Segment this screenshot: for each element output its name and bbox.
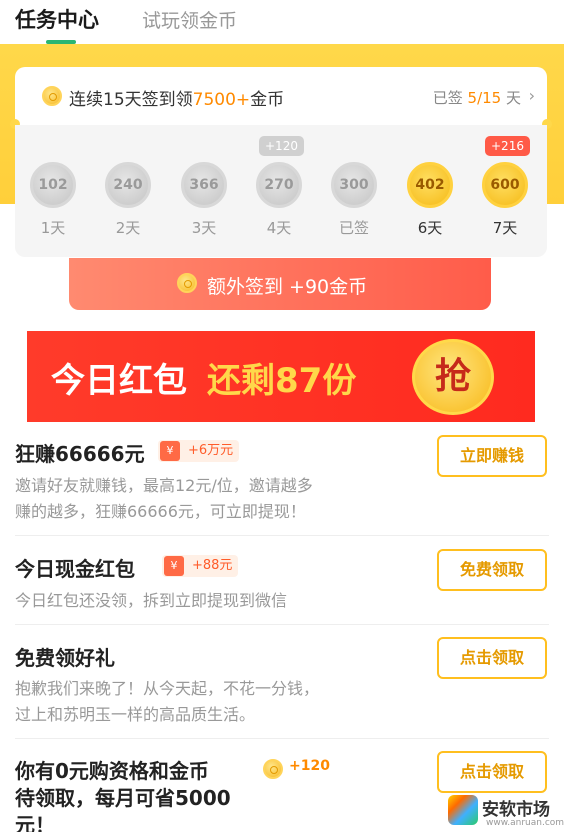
task-reward-badge: ¥ +88元 xyxy=(162,555,239,577)
coin-icon xyxy=(177,273,197,293)
banner-remaining: 还剩87份 xyxy=(207,361,357,401)
yuan-icon: ¥ xyxy=(160,441,180,461)
day-coin-2: 240 xyxy=(105,162,151,208)
day7-bonus-badge: +216 xyxy=(485,136,530,156)
day-label-2: 2天 xyxy=(115,219,141,237)
free-claim-button[interactable]: 免费领取 xyxy=(437,549,547,591)
task-desc: 今日红包还没领，拆到立即提现到微信 xyxy=(15,591,288,610)
divider xyxy=(15,738,549,739)
day4-bonus-badge: +120 xyxy=(259,136,304,156)
claim-gift-button[interactable]: 点击领取 xyxy=(437,637,547,679)
day-coin-1: 102 xyxy=(30,162,76,208)
day-label-5: 已签 xyxy=(338,219,369,237)
task-title-zero-purchase: 你有0元购资格和金币 xyxy=(15,759,209,783)
day-coin-6: 402 xyxy=(407,162,453,208)
task-desc: 过上和苏明玉一样的高品质生活。 xyxy=(15,705,256,724)
red-envelope-banner[interactable]: 今日红包 还剩87份 抢 xyxy=(27,331,535,422)
task-coin-reward: +120 xyxy=(289,758,330,774)
task-title-zero-purchase-line3: 元！ xyxy=(15,813,55,832)
day-coin-4: 270 xyxy=(256,162,302,208)
day-label-6: 6天 xyxy=(417,219,443,237)
extra-checkin-button[interactable]: 额外签到 +90金币 xyxy=(69,258,491,310)
task-desc: 邀请好友就赚钱，最高12元/位，邀请越多 xyxy=(15,476,313,495)
day-coin-7: 600 xyxy=(482,162,528,208)
day-label-7: 7天 xyxy=(492,219,518,237)
task-title-cash-envelope: 今日现金红包 xyxy=(15,557,135,581)
watermark-url: www.anruan.com xyxy=(486,818,564,828)
task-title-free-gift: 免费领好礼 xyxy=(15,646,115,670)
app-market-logo-icon xyxy=(448,795,478,825)
tab-trial-coins[interactable]: 试玩领金币 xyxy=(142,6,237,33)
tab-task-center[interactable]: 任务中心 xyxy=(15,4,99,34)
task-reward-badge: ¥ +6万元 xyxy=(158,440,240,462)
day-coin-5: 300 xyxy=(331,162,377,208)
divider xyxy=(15,624,549,625)
task-desc: 抱歉我们来晚了！从今天起，不花一分钱， xyxy=(15,679,320,698)
task-title-zero-purchase-line2: 待领取，每月可省5000 xyxy=(15,786,231,810)
earn-now-button[interactable]: 立即赚钱 xyxy=(437,435,547,477)
checkin-title: 连续15天签到领7500+金币 xyxy=(69,90,285,110)
yuan-icon: ¥ xyxy=(164,556,184,576)
checkin-header[interactable]: 连续15天签到领7500+金币 已签 5/15 天 › xyxy=(15,67,547,125)
divider xyxy=(15,535,549,536)
grab-button[interactable]: 抢 xyxy=(412,339,494,415)
day-label-3: 3天 xyxy=(191,219,217,237)
day-coin-3: 366 xyxy=(181,162,227,208)
task-desc: 赚的越多，狂赚66666元，可立即提现！ xyxy=(15,502,306,521)
coin-icon xyxy=(263,759,283,779)
task-title-invite: 狂赚66666元 xyxy=(15,442,145,466)
day-label-4: 4天 xyxy=(266,219,292,237)
banner-title: 今日红包 xyxy=(51,361,187,401)
day-label-1: 1天 xyxy=(40,219,66,237)
top-tabs: 任务中心 试玩领金币 xyxy=(0,0,564,46)
claim-coins-button[interactable]: 点击领取 xyxy=(437,751,547,793)
checkin-status: 已签 5/15 天 xyxy=(432,89,521,107)
chevron-right-icon: › xyxy=(528,86,535,105)
watermark-title: 安软市场 xyxy=(482,800,550,820)
coin-icon xyxy=(42,86,62,106)
watermark: 安软市场 www.anruan.com xyxy=(448,795,564,832)
extra-checkin-label: 额外签到 +90金币 xyxy=(207,276,368,298)
